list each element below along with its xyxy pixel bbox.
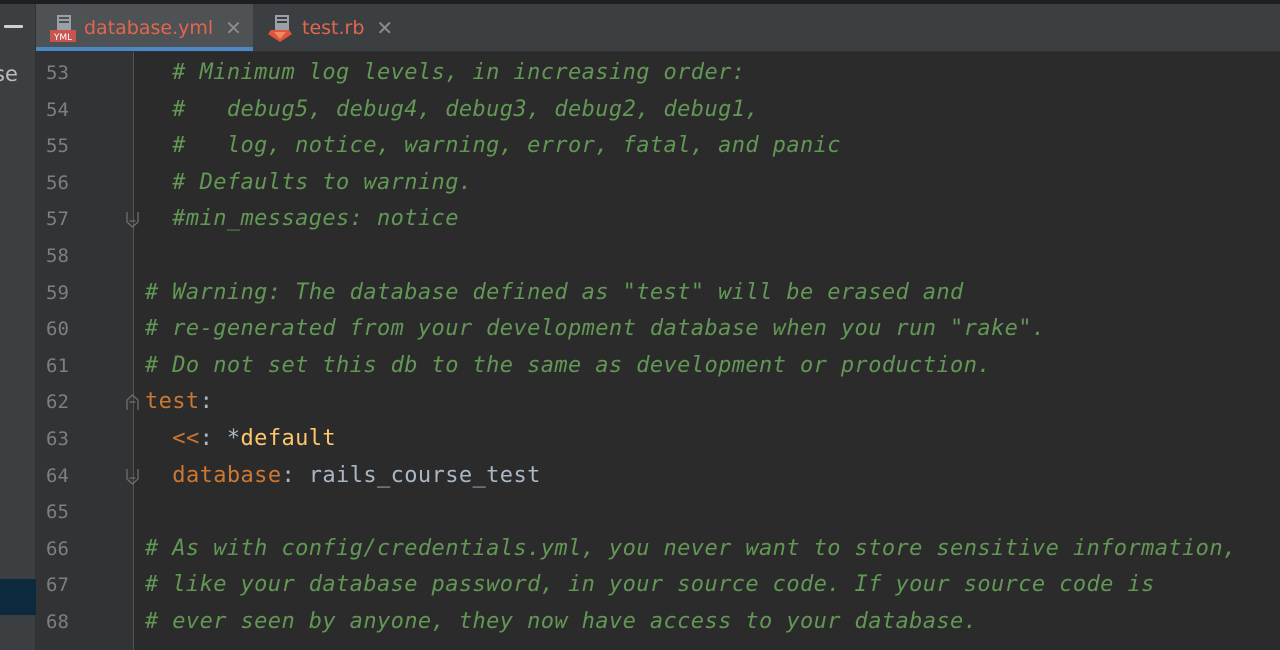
line-number: 68 [46,611,69,633]
code-line[interactable]: 60 # re-generated from your development … [36,312,1280,348]
yaml-separator: : [199,389,214,415]
code-line[interactable]: 67 # like your database password, in you… [36,568,1280,604]
code-comment: # Defaults to warning. [145,169,473,195]
line-number: 60 [46,318,69,341]
code-comment: # like your database password, in your s… [145,572,1155,598]
code-comment: # As with config/credentials.yml, you ne… [145,535,1237,561]
line-number: 59 [46,281,69,304]
code-comment: # re-generated from your development dat… [145,316,1046,342]
code-line[interactable]: 54 # debug5, debug4, debug3, debug2, deb… [36,93,1280,129]
code-line[interactable]: 55 # log, notice, warning, error, fatal,… [36,129,1280,165]
line-number: 64 [46,464,69,487]
code-line[interactable]: 57 #min_messages: notice [36,202,1280,238]
code-line[interactable]: 66 # As with config/credentials.yml, you… [36,532,1280,568]
code-line[interactable]: 59 # Warning: The database defined as "t… [36,276,1280,312]
code-line[interactable]: 68 # ever seen by anyone, they now have … [36,605,1280,641]
code-comment: # Warning: The database defined as "test… [145,279,964,305]
yaml-entry: test: [145,389,213,414]
code-editor[interactable]: 53 # Minimum log levels, in increasing o… [36,52,1280,650]
close-icon[interactable]: ✕ [376,18,393,38]
line-number: 53 [46,62,69,84]
ruby-file-icon [268,14,294,42]
line-number: 55 [46,135,69,158]
tab-test-rb[interactable]: test.rb ✕ [254,4,407,51]
code-comment: # ever seen by anyone, they now have acc… [145,609,978,634]
yaml-separator: : [281,462,309,488]
yaml-separator: : * [199,426,241,451]
close-icon[interactable]: ✕ [225,18,242,38]
code-comment: # log, notice, warning, error, fatal, an… [145,133,841,159]
tab-database-yml[interactable]: YML database.yml ✕ [36,4,253,51]
fold-start-icon[interactable] [126,394,139,411]
line-number: 67 [46,574,69,597]
line-number: 63 [46,428,69,450]
svg-text:YML: YML [53,33,72,42]
editor-tab-bar: YML database.yml ✕ test.rb ✕ [36,4,1280,52]
line-number: 65 [46,501,69,524]
yaml-entry: database: rails_course_test [145,463,541,488]
code-line[interactable]: 62 test: [36,385,1280,421]
code-line[interactable]: 65 [36,495,1280,531]
yaml-entry: <<: *default [145,426,336,451]
yaml-alias: default [240,426,337,451]
code-comment: # Do not set this db to the same as deve… [145,352,991,378]
code-line[interactable]: 56 # Defaults to warning. [36,166,1280,202]
project-panel-selected-row[interactable] [0,579,36,615]
code-comment: # Minimum log levels, in increasing orde… [145,60,746,85]
minimize-icon[interactable] [4,25,23,28]
code-line[interactable]: 61 # Do not set this db to the same as d… [36,349,1280,385]
line-number: 58 [46,245,69,267]
code-line[interactable]: 58 [36,239,1280,275]
code-line[interactable]: 63 <<: *default [36,422,1280,458]
yaml-merge-key: << [172,426,200,451]
tab-label: test.rb [302,16,365,39]
yaml-key: database [172,462,282,488]
line-number: 56 [46,171,69,194]
line-number: 62 [46,391,69,414]
project-panel: se [0,4,36,650]
code-comment: #min_messages: notice [145,206,459,232]
line-number: 54 [46,98,69,121]
yaml-key: test [145,389,200,415]
line-number: 66 [46,537,69,560]
project-panel-clipped-text: se [0,62,18,86]
yaml-value: rails_course_test [308,462,541,488]
fold-end-icon[interactable] [126,468,139,485]
line-number: 61 [46,354,69,377]
tab-label: database.yml [84,16,214,39]
line-number: 57 [46,208,69,231]
fold-end-icon[interactable] [126,211,139,229]
yaml-file-icon: YML [50,14,76,43]
code-line[interactable]: 53 # Minimum log levels, in increasing o… [36,56,1280,92]
code-comment: # debug5, debug4, debug3, debug2, debug1… [145,96,760,122]
code-line[interactable]: 64 database: rails_course_test [36,459,1280,495]
